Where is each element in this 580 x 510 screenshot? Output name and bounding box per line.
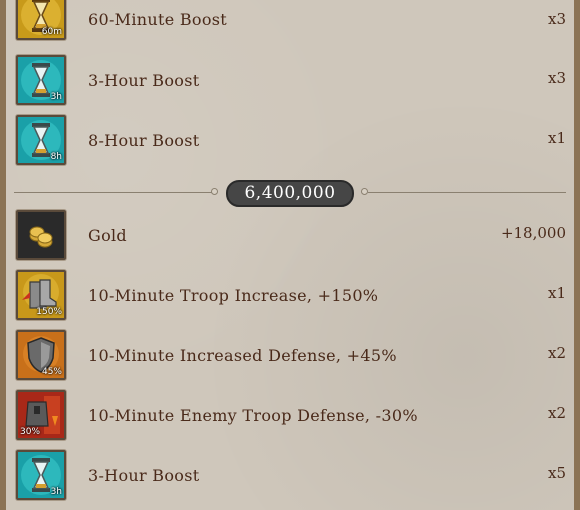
hourglass-teal-icon: 3h (16, 450, 66, 500)
reward-row: Gold +18,000 (0, 207, 580, 267)
item-quantity: x5 (547, 464, 566, 482)
item-badge: 45% (41, 367, 62, 377)
item-quantity: x1 (547, 284, 566, 302)
troop-boots-icon: 150% (16, 270, 66, 320)
reward-row: 45% 10-Minute Increased Defense, +45% x2 (0, 327, 580, 387)
item-badge: 3h (50, 92, 62, 102)
item-quantity: x2 (547, 344, 566, 362)
divider-dot (211, 188, 218, 195)
item-quantity: x2 (547, 404, 566, 422)
reward-row: 60m 60-Minute Boost x3 (0, 0, 580, 47)
reward-row: 3h 3-Hour Boost x3 (0, 52, 580, 112)
item-label: Gold (88, 226, 127, 245)
item-badge: 8h (50, 152, 62, 162)
broken-armor-icon: 30% (16, 390, 66, 440)
reward-row: 150% 10-Minute Troop Increase, +150% x1 (0, 267, 580, 327)
item-label: 10-Minute Increased Defense, +45% (88, 346, 397, 365)
tier-threshold-badge: 6,400,000 (226, 180, 354, 207)
gold-coins-icon (16, 210, 66, 260)
item-badge: 30% (20, 427, 41, 437)
item-quantity: x3 (547, 69, 566, 87)
hourglass-gold-icon: 60m (16, 0, 66, 40)
item-label: 3-Hour Boost (88, 466, 200, 485)
item-quantity: x3 (547, 10, 566, 28)
tier-divider-left (14, 192, 214, 193)
divider-dot (361, 188, 368, 195)
item-label: 8-Hour Boost (88, 131, 200, 150)
item-label: 60-Minute Boost (88, 10, 228, 29)
hourglass-teal-icon: 8h (16, 115, 66, 165)
shield-icon: 45% (16, 330, 66, 380)
item-badge: 60m (41, 27, 62, 37)
item-badge: 3h (50, 487, 62, 497)
reward-row: 3h 3-Hour Boost x5 (0, 447, 580, 507)
hourglass-teal-icon: 3h (16, 55, 66, 105)
item-label: 10-Minute Troop Increase, +150% (88, 286, 379, 305)
item-label: 10-Minute Enemy Troop Defense, -30% (88, 406, 418, 425)
item-badge: 150% (36, 307, 62, 317)
item-quantity: x1 (547, 129, 566, 147)
tier-divider-right (368, 192, 566, 193)
reward-row: 8h 8-Hour Boost x1 (0, 112, 580, 172)
reward-row: 30% 10-Minute Enemy Troop Defense, -30% … (0, 387, 580, 447)
item-label: 3-Hour Boost (88, 71, 200, 90)
item-quantity: +18,000 (500, 224, 566, 242)
